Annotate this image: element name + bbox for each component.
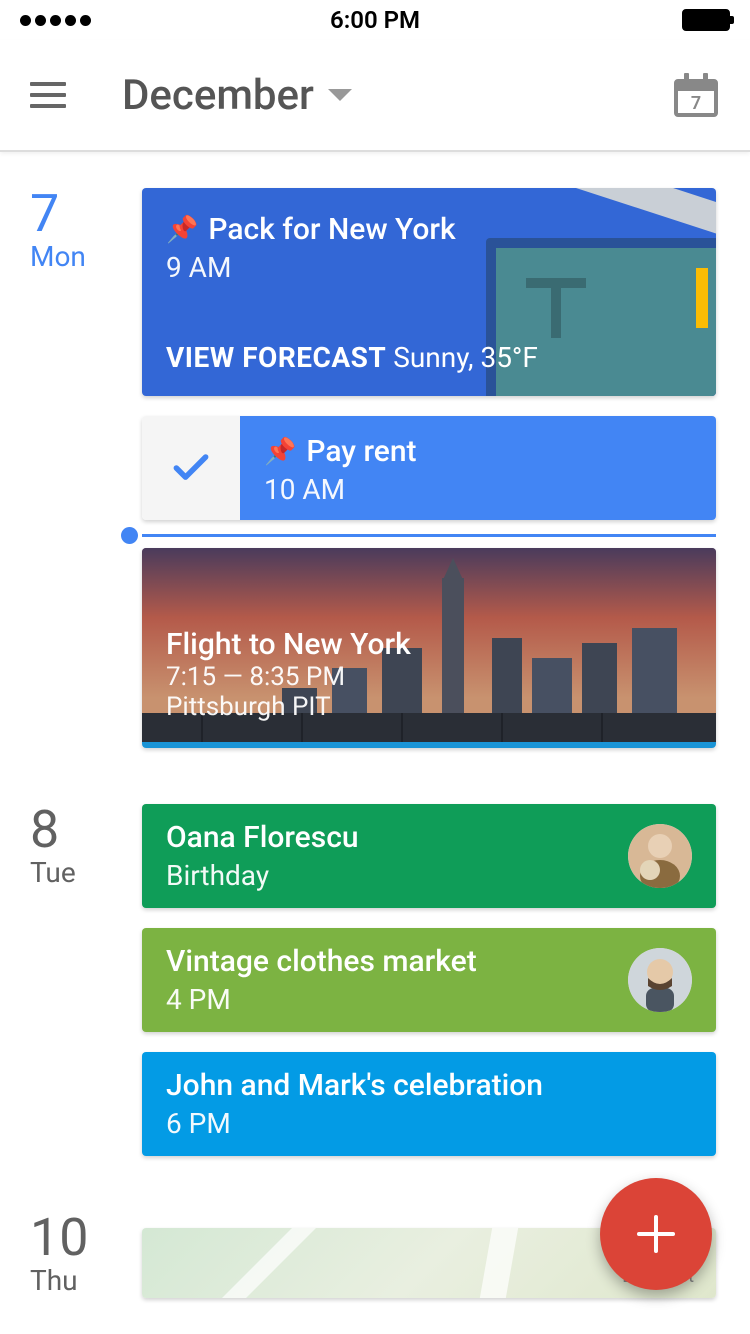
event-time: 9 AM [166, 251, 692, 284]
menu-icon[interactable] [30, 82, 66, 108]
pin-icon: 📌 [166, 215, 198, 245]
event-body: 📌 Pay rent 10 AM [240, 416, 716, 520]
signal-strength-icon [20, 15, 91, 26]
event-airport: Pittsburgh PIT [166, 692, 692, 722]
forecast-text: Sunny, 35°F [393, 341, 538, 374]
month-label: December [122, 71, 314, 120]
day-events: Oana Florescu Birthday Vintage clothes m… [142, 804, 750, 1156]
event-market[interactable]: Vintage clothes market 4 PM [142, 928, 716, 1032]
day-name: Mon [30, 240, 142, 273]
day-block: 8 Tue Oana Florescu Birthday Vintage clo… [0, 804, 750, 1156]
plus-icon [635, 1213, 677, 1255]
now-dot-icon [121, 527, 138, 544]
day-name: Thu [30, 1264, 142, 1297]
event-time: 6 PM [166, 1107, 543, 1140]
day-number: 10 [30, 1212, 142, 1264]
month-selector[interactable]: December [122, 71, 616, 120]
status-bar: 6:00 PM [0, 0, 750, 40]
event-time: 7:15 — 8:35 PM [166, 662, 692, 692]
forecast-link[interactable]: VIEW FORECAST Sunny, 35°F [166, 341, 538, 374]
day-number: 7 [30, 188, 142, 240]
status-time: 6:00 PM [330, 6, 420, 34]
event-title: John and Mark's celebration [166, 1068, 543, 1103]
day-events: 📌 Pack for New York 9 AM VIEW FORECAST S… [142, 188, 750, 748]
day-label: 8 Tue [0, 804, 142, 1156]
event-time: 4 PM [166, 983, 477, 1016]
event-flight[interactable]: Flight to New York 7:15 — 8:35 PM Pittsb… [142, 548, 716, 748]
event-pay-rent[interactable]: 📌 Pay rent 10 AM [142, 416, 716, 520]
day-number: 8 [30, 804, 142, 856]
app-header: December 7 [0, 40, 750, 152]
today-button[interactable]: 7 [672, 71, 720, 119]
add-event-button[interactable] [600, 1178, 712, 1290]
event-title: Vintage clothes market [166, 944, 477, 979]
avatar [628, 824, 692, 888]
event-title: Flight to New York [166, 627, 692, 662]
day-label: 7 Mon [0, 188, 142, 748]
event-title: 📌 Pay rent [264, 434, 692, 469]
battery-icon [682, 9, 730, 31]
event-title: 📌 Pack for New York [166, 212, 692, 247]
forecast-label: VIEW FORECAST [166, 341, 386, 374]
calendar-today-icon: 7 [672, 71, 720, 119]
schedule-list[interactable]: 7 Mon 📌 Pack for New York 9 AM [0, 152, 750, 1298]
complete-checkbox[interactable] [142, 416, 240, 520]
event-time: 10 AM [264, 473, 692, 506]
day-block: 7 Mon 📌 Pack for New York 9 AM [0, 188, 750, 748]
day-name: Tue [30, 856, 142, 889]
day-label: 10 Thu [0, 1212, 142, 1298]
chevron-down-icon [328, 89, 352, 101]
event-birthday[interactable]: Oana Florescu Birthday [142, 804, 716, 908]
avatar [628, 948, 692, 1012]
event-pack-for-trip[interactable]: 📌 Pack for New York 9 AM VIEW FORECAST S… [142, 188, 716, 396]
event-celebration[interactable]: John and Mark's celebration 6 PM [142, 1052, 716, 1156]
event-subtitle: Birthday [166, 859, 359, 892]
svg-text:7: 7 [691, 93, 701, 114]
check-icon [169, 446, 213, 490]
event-title: Oana Florescu [166, 820, 359, 855]
pin-icon: 📌 [264, 437, 296, 467]
